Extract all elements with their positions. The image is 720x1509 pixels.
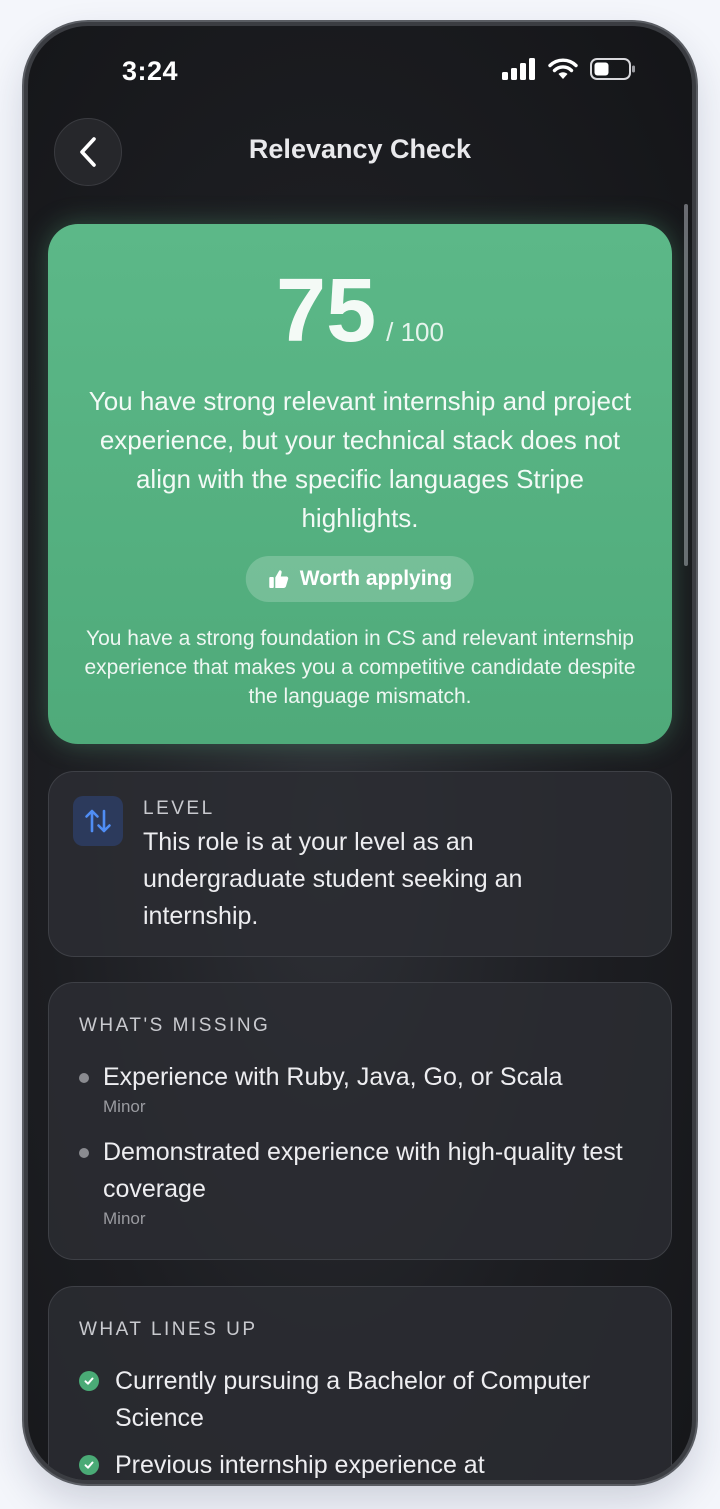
wifi-icon — [548, 58, 578, 79]
status-icons — [502, 58, 636, 80]
lines-up-label: WHAT LINES UP — [79, 1319, 258, 1340]
missing-label: WHAT'S MISSING — [79, 1015, 271, 1036]
missing-item: Demonstrated experience with high-qualit… — [79, 1134, 641, 1229]
level-icon-box — [73, 796, 123, 846]
score-card: 75 / 100 You have strong relevant intern… — [48, 224, 672, 744]
lines-up-card: WHAT LINES UP Currently pursuing a Bache… — [48, 1286, 672, 1480]
page-title: Relevancy Check — [248, 134, 472, 164]
status-time: 3:24 — [122, 56, 179, 86]
check-icon — [79, 1371, 99, 1391]
battery-icon — [590, 58, 635, 80]
level-text: This role is at your level as an undergr… — [143, 828, 523, 930]
phone-frame: 3:24 Relevancy Check 75 / 100 You have s… — [24, 22, 696, 1484]
level-label: LEVEL — [143, 798, 215, 819]
verdict-reason: You have a strong foundation in CS and r… — [84, 627, 636, 708]
missing-item-severity: Minor — [103, 1209, 146, 1228]
lines-up-item: Currently pursuing a Bachelor of Compute… — [79, 1363, 641, 1437]
check-icon — [79, 1455, 99, 1475]
score-max: / 100 — [386, 317, 444, 347]
scrollbar[interactable] — [684, 204, 688, 566]
score-value: 75 — [276, 261, 377, 361]
verdict-label: Worth applying — [299, 567, 453, 590]
sort-arrows-icon — [85, 809, 111, 833]
thumbs-up-icon — [269, 570, 289, 588]
signal-icon — [502, 58, 535, 80]
lines-up-item-text: Currently pursuing a Bachelor of Compute… — [115, 1367, 591, 1432]
missing-item-text: Experience with Ruby, Java, Go, or Scala — [103, 1063, 563, 1091]
missing-item-text: Demonstrated experience with high-qualit… — [103, 1138, 623, 1203]
missing-item: Experience with Ruby, Java, Go, or Scala… — [79, 1059, 641, 1117]
verdict-badge: Worth applying — [245, 556, 475, 602]
score-row: 75 / 100 — [48, 266, 672, 356]
score-summary: You have strong relevant internship and … — [88, 386, 632, 533]
lines-up-item-text: Previous internship experience at — [115, 1451, 485, 1479]
bullet-dot — [79, 1148, 89, 1158]
lines-up-item: Previous internship experience at — [79, 1447, 641, 1480]
level-card: LEVEL This role is at your level as an u… — [48, 771, 672, 957]
screen: 3:24 Relevancy Check 75 / 100 You have s… — [28, 26, 692, 1480]
bullet-dot — [79, 1073, 89, 1083]
missing-card: WHAT'S MISSING Experience with Ruby, Jav… — [48, 982, 672, 1260]
missing-item-severity: Minor — [103, 1097, 146, 1116]
